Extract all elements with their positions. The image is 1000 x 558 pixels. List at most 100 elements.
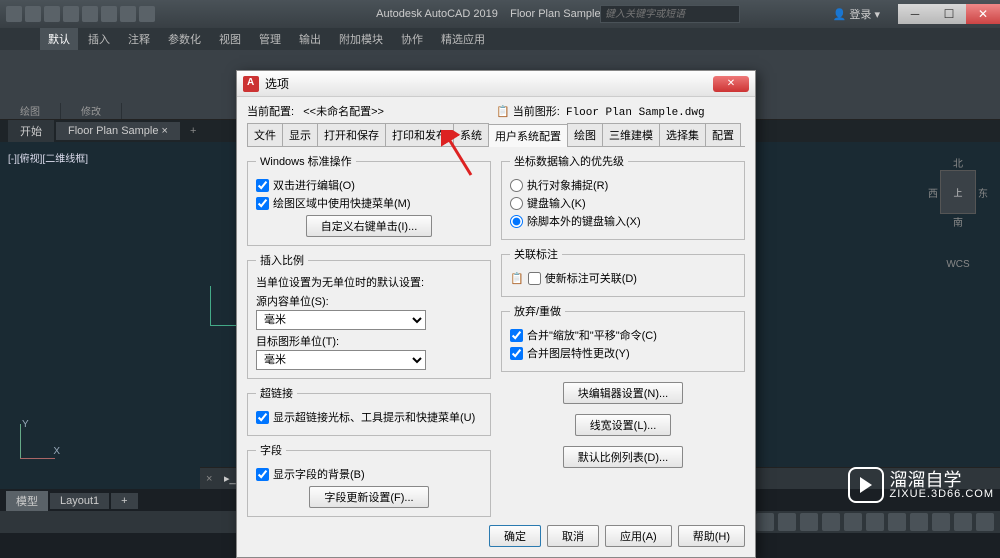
tab-display[interactable]: 显示: [282, 123, 318, 146]
layout-tabs: 模型 Layout1 +: [0, 491, 140, 511]
status-snap-icon[interactable]: [778, 513, 796, 531]
btn-block-editor[interactable]: 块编辑器设置(N)...: [563, 382, 683, 404]
chk-combine-zoompan[interactable]: [510, 329, 523, 342]
ribbon-tab-parametric[interactable]: 参数化: [160, 28, 209, 50]
search-input[interactable]: [600, 5, 740, 23]
tab-profiles[interactable]: 配置: [705, 123, 741, 146]
dialog-titlebar[interactable]: 选项 ✕: [237, 71, 755, 97]
ribbon-tab-manage[interactable]: 管理: [251, 28, 289, 50]
status-workspace-icon[interactable]: [932, 513, 950, 531]
insert-scale-note: 当单位设置为无单位时的默认设置:: [256, 274, 482, 290]
sel-source-units[interactable]: 毫米: [256, 310, 426, 330]
ucs-icon[interactable]: Y X: [20, 419, 60, 459]
qat-redo-icon[interactable]: [139, 6, 155, 22]
group-assoc-dim: 关联标注 📋使新标注可关联(D): [501, 246, 745, 297]
group-coord-priority: 坐标数据输入的优先级 执行对象捕捉(R) 键盘输入(K) 除脚本外的键盘输入(X…: [501, 153, 745, 240]
tab-opensave[interactable]: 打开和保存: [317, 123, 386, 146]
maximize-button[interactable]: ☐: [932, 4, 966, 24]
lbl-target-units: 目标图形单位(T):: [256, 333, 482, 349]
filetab-start[interactable]: 开始: [8, 120, 54, 142]
ribbon-tab-view[interactable]: 视图: [211, 28, 249, 50]
navigation-cube[interactable]: 北 西 上 东 南 WCS: [928, 155, 988, 275]
cube-south: 南: [928, 214, 988, 229]
qat-saveas-icon[interactable]: [82, 6, 98, 22]
qat-app-icon[interactable]: [6, 6, 22, 22]
qat-open-icon[interactable]: [44, 6, 60, 22]
btn-field-update[interactable]: 字段更新设置(F)...: [309, 486, 428, 508]
login-button[interactable]: 👤 登录 ▾: [833, 6, 880, 22]
radio-keyboard[interactable]: [510, 197, 523, 210]
status-grid-icon[interactable]: [756, 513, 774, 531]
status-osnap-icon[interactable]: [844, 513, 862, 531]
sel-target-units[interactable]: 毫米: [256, 350, 426, 370]
tab-system[interactable]: 系统: [453, 123, 489, 146]
qat-plot-icon[interactable]: [101, 6, 117, 22]
ucs-x-label: X: [53, 446, 60, 457]
watermark-url: ZIXUE.3D66.COM: [890, 489, 994, 500]
options-tabs: 文件 显示 打开和保存 打印和发布 系统 用户系统配置 绘图 三维建模 选择集 …: [247, 123, 745, 147]
status-clean-icon[interactable]: [954, 513, 972, 531]
lbl-source-units: 源内容单位(S):: [256, 293, 482, 309]
qat-undo-icon[interactable]: [120, 6, 136, 22]
chk-dblclick-edit[interactable]: [256, 179, 269, 192]
apply-button[interactable]: 应用(A): [605, 525, 672, 547]
ribbon-tab-annotate[interactable]: 注释: [120, 28, 158, 50]
help-button[interactable]: 帮助(H): [678, 525, 745, 547]
wcs-label[interactable]: WCS: [928, 259, 988, 270]
ribbon-panel-draw: 绘图: [0, 103, 61, 119]
status-anno-icon[interactable]: [910, 513, 928, 531]
btn-scale-list[interactable]: 默认比例列表(D)...: [563, 446, 683, 468]
viewport-label[interactable]: [-][俯视][二维线框]: [8, 150, 88, 165]
radio-keyboard-except-script[interactable]: [510, 215, 523, 228]
ribbon-tab-output[interactable]: 输出: [291, 28, 329, 50]
filetab-add[interactable]: +: [182, 122, 204, 140]
ribbon-tab-collab[interactable]: 协作: [393, 28, 431, 50]
layouttab-add[interactable]: +: [111, 493, 137, 509]
chk-combine-layer[interactable]: [510, 347, 523, 360]
status-ortho-icon[interactable]: [800, 513, 818, 531]
btn-lineweight[interactable]: 线宽设置(L)...: [575, 414, 672, 436]
status-polar-icon[interactable]: [822, 513, 840, 531]
cmdline-close-icon[interactable]: ×: [206, 473, 224, 485]
chk-shortcut-menu[interactable]: [256, 197, 269, 210]
tab-drafting[interactable]: 绘图: [567, 123, 603, 146]
cube-west: 西: [928, 185, 938, 200]
layouttab-layout1[interactable]: Layout1: [50, 493, 109, 509]
filetab-current[interactable]: Floor Plan Sample ×: [56, 122, 180, 140]
status-custom-icon[interactable]: [976, 513, 994, 531]
cancel-button[interactable]: 取消: [547, 525, 599, 547]
ribbon-tab-addins[interactable]: 附加模块: [331, 28, 391, 50]
watermark-play-icon: [848, 467, 884, 503]
dialog-close-button[interactable]: ✕: [713, 76, 749, 92]
cube-north: 北: [928, 155, 988, 170]
layouttab-model[interactable]: 模型: [6, 491, 48, 511]
current-profile: 当前配置: <<未命名配置>>: [247, 103, 496, 119]
group-undo-redo: 放弃/重做 合并"缩放"和"平移"命令(C) 合并图层特性更改(Y): [501, 303, 745, 372]
chk-field-bg[interactable]: [256, 468, 269, 481]
radio-osnap[interactable]: [510, 179, 523, 192]
tab-userpref[interactable]: 用户系统配置: [488, 124, 568, 147]
status-otrack-icon[interactable]: [866, 513, 884, 531]
qat-save-icon[interactable]: [63, 6, 79, 22]
close-button[interactable]: ✕: [966, 4, 1000, 24]
quick-access-toolbar: [0, 6, 161, 22]
tab-3dmodel[interactable]: 三维建模: [602, 123, 660, 146]
ribbon-tab-insert[interactable]: 插入: [80, 28, 118, 50]
tab-files[interactable]: 文件: [247, 123, 283, 146]
qat-new-icon[interactable]: [25, 6, 41, 22]
title-bar: Autodesk AutoCAD 2019 Floor Plan Sample.…: [0, 0, 1000, 28]
minimize-button[interactable]: ─: [898, 4, 932, 24]
options-dialog: 选项 ✕ 当前配置: <<未命名配置>> 📋 当前图形: Floor Plan …: [236, 70, 756, 558]
ok-button[interactable]: 确定: [489, 525, 541, 547]
tab-selection[interactable]: 选择集: [659, 123, 706, 146]
btn-rightclick-custom[interactable]: 自定义右键单击(I)...: [306, 215, 433, 237]
chk-hyperlink-cursor[interactable]: [256, 411, 269, 424]
cube-face-top[interactable]: 上: [940, 170, 976, 214]
status-lwt-icon[interactable]: [888, 513, 906, 531]
watermark: 溜溜自学 ZIXUE.3D66.COM: [848, 467, 994, 503]
group-windows-standard: Windows 标准操作 双击进行编辑(O) 绘图区域中使用快捷菜单(M) 自定…: [247, 153, 491, 246]
ribbon-tab-featured[interactable]: 精选应用: [433, 28, 493, 50]
chk-assoc-dim[interactable]: [528, 272, 541, 285]
ribbon-tab-default[interactable]: 默认: [40, 28, 78, 50]
tab-plot[interactable]: 打印和发布: [385, 123, 454, 146]
